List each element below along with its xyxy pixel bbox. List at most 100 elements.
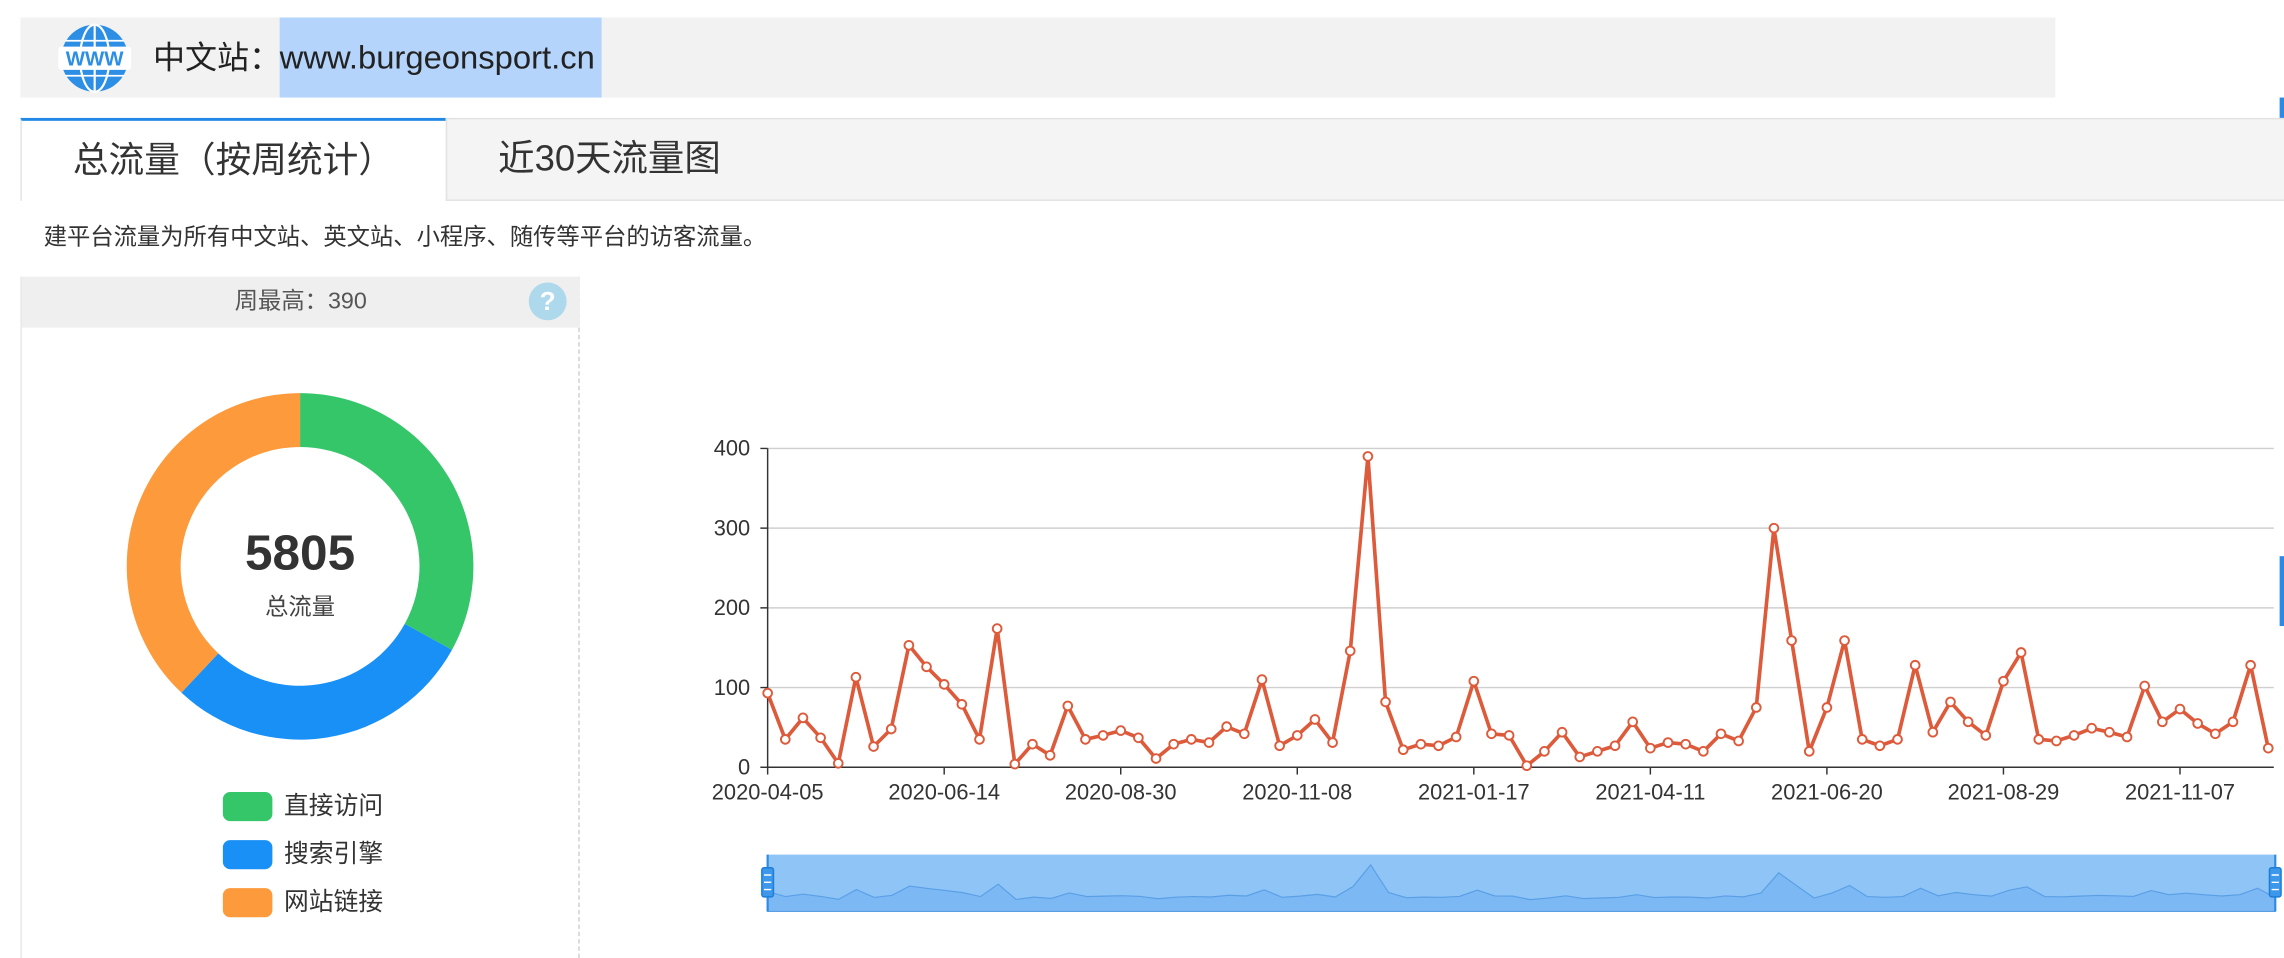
data-zoom-slider[interactable] <box>761 854 2282 912</box>
data-point <box>991 623 1003 634</box>
data-point <box>2015 647 2027 658</box>
data-point <box>974 734 985 745</box>
data-point <box>1044 750 1056 761</box>
x-tick-label: 2021-06-20 <box>1771 779 1883 804</box>
x-tick-label: 2020-08-30 <box>1065 779 1177 804</box>
data-point <box>2104 726 2115 738</box>
x-tick-label: 2021-01-17 <box>1418 779 1530 804</box>
site-label: 中文站： <box>152 39 282 76</box>
data-point <box>2121 731 2133 743</box>
data-point <box>1486 728 1497 740</box>
data-point <box>1009 758 1021 770</box>
data-point <box>1539 746 1550 757</box>
data-point <box>2033 734 2045 745</box>
data-point <box>1733 735 1744 747</box>
data-point <box>1150 753 1162 764</box>
data-point <box>797 712 809 724</box>
total-traffic-label: 总流量 <box>265 595 336 621</box>
question-circle-icon[interactable]: ? <box>528 282 567 321</box>
legend-swatch <box>222 840 273 870</box>
tab-30-day-traffic[interactable]: 近30天流量图 <box>445 117 2284 201</box>
data-point <box>1291 730 1303 741</box>
data-point <box>1892 734 1903 745</box>
data-point <box>1503 730 1515 741</box>
data-point <box>938 679 950 690</box>
data-point <box>1609 740 1621 752</box>
legend-item-direct-visit[interactable]: 直接访问 <box>222 792 427 822</box>
data-point <box>815 732 826 744</box>
legend-label: 搜索引擎 <box>284 840 384 868</box>
data-point <box>1115 725 1127 736</box>
grid-lines: 0 100 200 300 400 <box>714 436 2274 780</box>
data-point <box>1680 738 1691 750</box>
data-point <box>1874 740 1886 752</box>
data-point <box>2209 728 2221 740</box>
series-line <box>765 454 2271 768</box>
data-point <box>1274 740 1285 752</box>
data-point <box>1415 738 1427 750</box>
legend-swatch <box>222 888 273 918</box>
data-point <box>1027 738 1038 750</box>
data-point <box>1645 742 1656 754</box>
data-point <box>1786 635 1797 646</box>
data-point <box>868 741 879 752</box>
data-point <box>1362 451 1374 462</box>
legend-label: 直接访问 <box>284 792 384 820</box>
data-point <box>1238 728 1250 740</box>
data-point <box>1927 726 1939 738</box>
data-point <box>956 698 968 710</box>
data-point <box>1380 696 1391 708</box>
y-tick-label: 400 <box>714 436 750 461</box>
data-point <box>1715 728 1727 740</box>
total-traffic-value: 5805 <box>244 525 356 581</box>
data-points <box>762 451 2274 771</box>
data-point <box>1556 726 1568 738</box>
data-point <box>1980 730 1992 741</box>
data-point <box>1344 645 1356 657</box>
data-point <box>2245 659 2256 671</box>
data-point <box>2174 703 2186 715</box>
weekly-max-label: 周最高： <box>234 289 328 315</box>
data-point <box>2227 716 2239 728</box>
data-point <box>1168 738 1180 750</box>
y-tick-label: 0 <box>738 755 750 780</box>
data-point <box>1327 737 1338 748</box>
data-point <box>1203 737 1215 748</box>
y-tick-label: 300 <box>714 515 750 540</box>
svg-text:WWW: WWW <box>66 49 124 71</box>
x-tick-label: 2020-06-14 <box>888 779 1000 804</box>
data-point <box>1433 740 1444 752</box>
data-point <box>2262 742 2274 754</box>
data-point <box>2068 730 2080 741</box>
tab-weekly-total-traffic[interactable]: 总流量（按周统计） <box>20 117 446 201</box>
data-point <box>1592 746 1603 757</box>
data-point <box>1821 702 1833 713</box>
traffic-stats-page: WWW 中文站： www.burgeonsport.cn 总流量（按周统计） 近… <box>0 0 2284 958</box>
data-point <box>832 757 844 769</box>
data-point <box>779 734 791 745</box>
y-tick-label: 100 <box>714 675 750 700</box>
data-point <box>1698 746 1709 757</box>
data-point <box>1521 760 1533 771</box>
data-point <box>2086 722 2098 734</box>
data-point <box>1397 744 1409 756</box>
data-point <box>1909 659 1921 671</box>
data-point <box>1309 714 1321 725</box>
data-point <box>2157 716 2168 728</box>
data-point <box>1856 734 1868 745</box>
data-point <box>1062 700 1074 712</box>
x-tick-label: 2021-11-07 <box>2125 779 2235 804</box>
legend-item-site-link[interactable]: 网站链接 <box>222 888 427 918</box>
site-url-link[interactable]: www.burgeonsport.cn <box>279 17 602 98</box>
x-tick-label: 2021-08-29 <box>1948 779 2060 804</box>
data-point <box>1627 716 1639 728</box>
data-point <box>1662 737 1674 748</box>
data-point <box>1133 732 1144 744</box>
data-point <box>1768 522 1780 534</box>
data-point <box>1574 751 1586 763</box>
legend-item-search-engine[interactable]: 搜索引擎 <box>222 840 427 870</box>
data-point <box>850 671 862 683</box>
weekly-max-value: 390 <box>327 289 367 315</box>
data-point <box>921 661 932 673</box>
data-point <box>1750 702 1762 713</box>
